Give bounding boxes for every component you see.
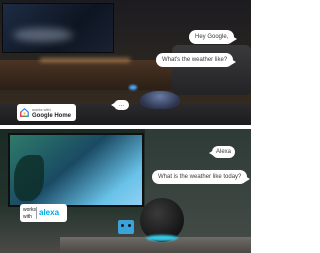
- ambient-light: [40, 58, 130, 62]
- badge-works-label: works: [23, 207, 37, 213]
- television: [8, 133, 144, 207]
- television: [2, 3, 114, 53]
- speech-bubble-hey-google: Hey Google,: [189, 30, 238, 44]
- speech-bubble-weather-question: What's the weather like?: [156, 53, 237, 67]
- speech-bubble-alexa: Alexa: [208, 146, 236, 158]
- speech-bubble-reply: ...: [110, 100, 130, 110]
- badge-alexa-label: alexa: [39, 208, 60, 217]
- badge-google-home-label: Google Home: [32, 113, 72, 119]
- smart-plug-robot: [118, 220, 134, 234]
- works-with-alexa-badge: works with alexa: [20, 204, 67, 222]
- badge-divider: [36, 207, 37, 219]
- google-home-scene: Hey Google, What's the weather like? ...…: [0, 0, 251, 125]
- badge-with-label: with: [23, 214, 32, 220]
- echo-light-ring: [146, 235, 178, 241]
- works-with-google-home-badge: works with Google Home: [17, 104, 76, 121]
- speech-bubble-weather-today: What is the weather like today?: [152, 170, 251, 184]
- google-home-icon: [20, 108, 29, 117]
- google-nest-speaker: [140, 91, 180, 109]
- smart-bulb-light: [129, 85, 137, 90]
- badge-works-with-label: works with: [32, 107, 51, 112]
